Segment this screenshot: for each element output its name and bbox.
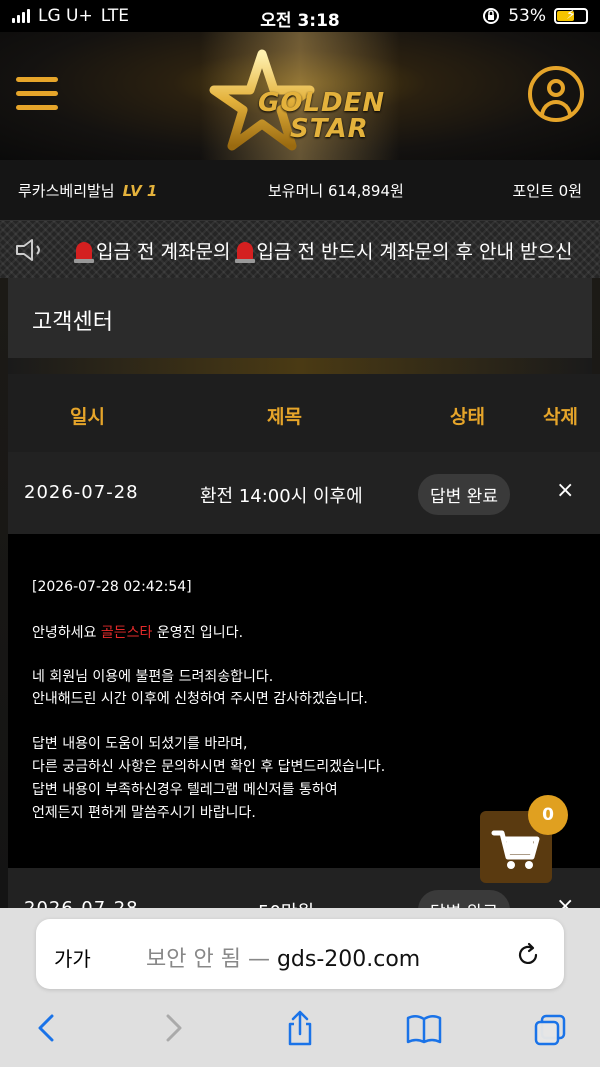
answer-line: 네 회원님 이용에 불편을 드려죄송합니다. bbox=[32, 669, 274, 685]
page-title-bar: 고객센터 bbox=[8, 278, 592, 358]
status-badge: 답변 완료 bbox=[418, 474, 510, 515]
balance: 보유머니 614,894원 bbox=[268, 182, 404, 200]
answer-timestamp: [2026-07-28 02:42:54] bbox=[32, 579, 192, 595]
logo-line2: STAR bbox=[290, 114, 369, 144]
answer-line: 다른 궁금하신 사항은 문의하시면 확인 후 답변드리겠습니다. bbox=[32, 759, 386, 775]
brand-highlight: 골든스타 bbox=[100, 625, 153, 641]
insecure-label: 보안 안 됨 — bbox=[146, 947, 277, 972]
greeting-pre: 안녕하세요 bbox=[32, 625, 101, 641]
answer-line: 답변 내용이 도움이 되셨기를 바라며, bbox=[32, 736, 248, 752]
greeting-post: 운영진 입니다. bbox=[152, 625, 244, 641]
menu-icon[interactable] bbox=[16, 77, 58, 113]
table-header: 일시 제목 상태 삭제 bbox=[8, 374, 600, 452]
notice-ticker: 입금 전 계좌문의 입금 전 반드시 계좌문의 후 안내 받으신 bbox=[0, 220, 600, 280]
col-status: 상태 bbox=[450, 406, 485, 428]
notice-segment-1: 입금 전 계좌문의 bbox=[96, 241, 231, 263]
url-display[interactable]: 보안 안 됨 — gds-200.com bbox=[146, 941, 420, 973]
siren-icon bbox=[74, 242, 94, 263]
col-date: 일시 bbox=[70, 406, 105, 428]
username: 루카스베리발님 bbox=[18, 182, 115, 200]
notice-text: 입금 전 계좌문의 입금 전 반드시 계좌문의 후 안내 받으신 bbox=[74, 237, 573, 264]
row-date: 2026-07-28 bbox=[24, 482, 139, 503]
user-info-bar: 루카스베리발님 LV 1 보유머니 614,894원 포인트 0원 bbox=[0, 160, 600, 220]
col-delete: 삭제 bbox=[543, 406, 578, 428]
tabs-icon[interactable] bbox=[532, 1008, 568, 1048]
delete-button[interactable]: × bbox=[556, 894, 574, 908]
answer-line: 답변 내용이 부족하신경우 텔레그램 메신저를 통하여 bbox=[32, 782, 338, 798]
battery-percent: 53% bbox=[508, 6, 546, 26]
answer-line: 언제든지 편하게 말씀주시기 바랍니다. bbox=[32, 805, 256, 821]
bookmarks-icon[interactable] bbox=[406, 1008, 442, 1048]
notice-segment-2: 입금 전 반드시 계좌문의 후 안내 받으신 bbox=[256, 241, 573, 263]
cart-count-badge: 0 bbox=[528, 795, 568, 835]
share-icon[interactable] bbox=[282, 1008, 318, 1048]
answer-greeting: 안녕하세요 골든스타 운영진 입니다. bbox=[32, 622, 243, 644]
row-subject[interactable]: 50만원 bbox=[258, 898, 314, 908]
browser-toolbar: 가가 보안 안 됨 — gds-200.com bbox=[0, 908, 600, 1067]
siren-icon bbox=[234, 242, 255, 263]
table-row[interactable]: 2026-07-28 환전 14:00시 이후에 답변 완료 × bbox=[8, 452, 600, 534]
status-bar: LG U+ LTE 오전 3:18 53% ⚡ bbox=[0, 0, 600, 32]
reload-icon[interactable] bbox=[514, 941, 542, 969]
col-subject: 제목 bbox=[267, 406, 302, 428]
site-header: GOLDEN STAR bbox=[0, 32, 600, 160]
address-bar[interactable]: 가가 보안 안 됨 — gds-200.com bbox=[36, 919, 564, 989]
domain: gds-200.com bbox=[276, 947, 421, 972]
forward-icon[interactable] bbox=[156, 1008, 192, 1048]
row-date: 2026-07-28 bbox=[24, 898, 139, 908]
divider-glow bbox=[8, 358, 592, 374]
orientation-lock-icon bbox=[483, 8, 500, 24]
speaker-icon bbox=[16, 239, 40, 261]
text-size-button[interactable]: 가가 bbox=[54, 943, 91, 972]
row-subject[interactable]: 환전 14:00시 이후에 bbox=[200, 482, 363, 508]
status-badge: 답변 완료 bbox=[418, 890, 510, 908]
level-badge: LV 1 bbox=[122, 182, 158, 200]
battery-icon: ⚡ bbox=[554, 7, 588, 24]
answer-line: 안내해드린 시간 이후에 신청하여 주시면 감사하겠습니다. bbox=[32, 691, 368, 707]
profile-icon[interactable] bbox=[528, 66, 584, 122]
page-title: 고객센터 bbox=[32, 310, 113, 335]
delete-button[interactable]: × bbox=[556, 478, 574, 503]
points: 포인트 0원 bbox=[512, 182, 582, 200]
logo-text: GOLDEN STAR bbox=[258, 90, 385, 142]
back-icon[interactable] bbox=[28, 1008, 64, 1048]
